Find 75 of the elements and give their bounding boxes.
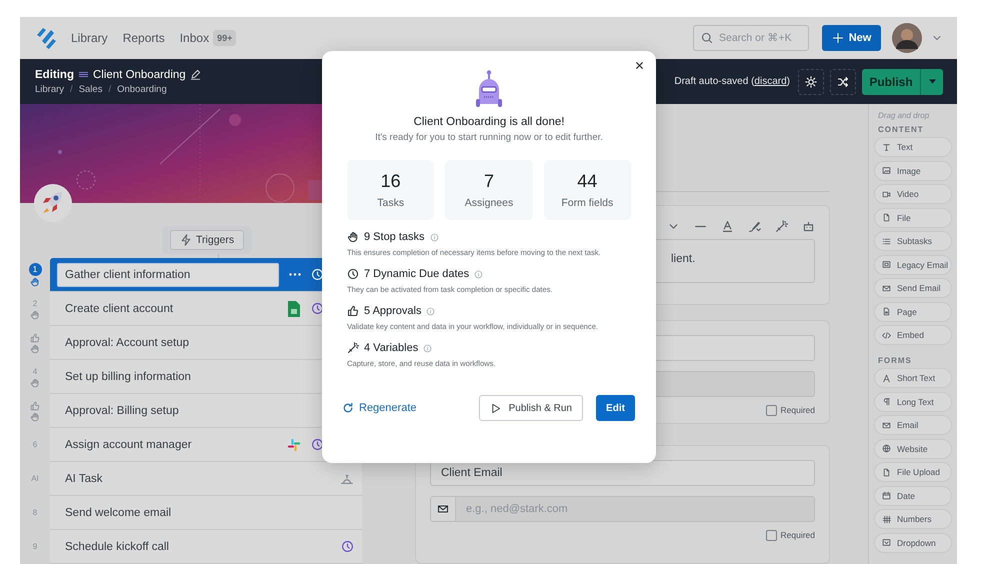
email-input-field[interactable]: e.g., ned@stark.com [456,496,815,522]
widget-item[interactable]: Image [874,160,952,180]
stat-value: 7 [484,171,494,192]
widget-item[interactable]: Send Email [874,278,952,298]
edit-button[interactable]: Edit [596,395,635,421]
breadcrumb-link[interactable]: Library [35,84,64,94]
task-number: AI [31,474,39,484]
widget-item[interactable]: File Upload [874,462,952,482]
widget-item[interactable]: Subtasks [874,231,952,251]
publish-and-run-button[interactable]: Publish & Run [478,395,583,421]
widget-item[interactable]: Numbers [874,509,952,529]
stat-value: 44 [577,171,598,192]
task-title: Set up billing information [65,370,191,382]
dialog-title: Client Onboarding is all done! [414,116,564,128]
widget-item[interactable]: Website [874,438,952,458]
task-number: 6 [32,440,38,450]
task-row[interactable]: Send welcome email [50,496,362,530]
feature-title: 5 Approvals [364,305,422,317]
breadcrumb-separator: / [70,84,73,94]
task-number: 8 [32,508,38,518]
task-number: 2 [32,298,38,308]
task-title: Approval: Billing setup [65,404,179,416]
widget-item[interactable]: Page [874,302,952,322]
task-title: Send welcome email [65,506,172,518]
task-row[interactable]: AI Task [50,462,362,496]
stat-label: Assignees [464,197,514,209]
task-title: Schedule kickoff call [65,540,169,552]
nav-link[interactable]: Library [71,31,108,45]
task-number: 9 [32,542,38,552]
widget-item[interactable]: Video [874,184,952,204]
stat-label: Form fields [561,197,614,209]
widget-item[interactable]: Text [874,137,952,157]
feature-title: 9 Stop tasks [364,231,425,243]
stat-value: 16 [380,171,401,192]
breadcrumb-link[interactable]: Sales [78,84,102,94]
breadcrumb-link[interactable]: Onboarding [117,84,167,94]
widget-item[interactable]: Short Text [874,368,952,388]
task-number: 1 [28,263,42,276]
task-row[interactable]: Schedule kickoff call [50,530,362,564]
task-title-input[interactable]: Gather client information [57,262,279,286]
drag-hint: Drag and drop [877,111,930,120]
field-label-input[interactable]: Client Email [430,460,815,486]
widget-item[interactable]: Embed [874,325,952,345]
widget-item[interactable]: Date [874,486,952,506]
workflow-title: Client Onboarding [92,68,186,80]
widget-item[interactable]: File [874,208,952,228]
task-title: Assign account manager [65,438,192,450]
nav-link[interactable]: Inbox [180,31,210,45]
inbox-count-badge: 99+ [213,30,236,46]
description-text: lient. [671,253,696,266]
editing-label: Editing [35,68,74,80]
publish-button[interactable]: Publish [862,68,920,94]
task-number: 4 [32,366,38,376]
required-checkbox[interactable]: Required [766,530,815,541]
triggers-button[interactable]: Triggers [170,230,244,250]
new-button[interactable]: New [822,25,881,51]
widget-item[interactable]: Long Text [874,392,952,412]
stat-label: Tasks [377,197,404,209]
discard-link[interactable]: discard [754,76,787,87]
search-field[interactable]: Search or ⌘+K [693,25,809,51]
section-heading: CONTENT [877,124,925,134]
breadcrumb-separator: / [108,84,112,94]
task-title: Create client account [65,302,174,314]
required-checkbox[interactable]: Required [766,404,815,416]
task-title: AI Task [65,472,102,484]
widget-item[interactable]: Email [874,415,952,435]
widget-item[interactable]: Legacy Email [874,254,952,274]
dialog-subtitle: It's ready for you to start running now or to edit further. [375,132,603,143]
draft-status: Draft auto-saved (discard) [674,76,790,87]
feature-title: 7 Dynamic Due dates [364,268,470,280]
feature-title: 4 Variables [364,342,418,354]
task-title: Approval: Account setup [65,336,190,348]
nav-link[interactable]: Reports [122,31,165,45]
widget-item[interactable]: Dropdown [874,532,952,552]
section-heading: FORMS [877,354,913,364]
